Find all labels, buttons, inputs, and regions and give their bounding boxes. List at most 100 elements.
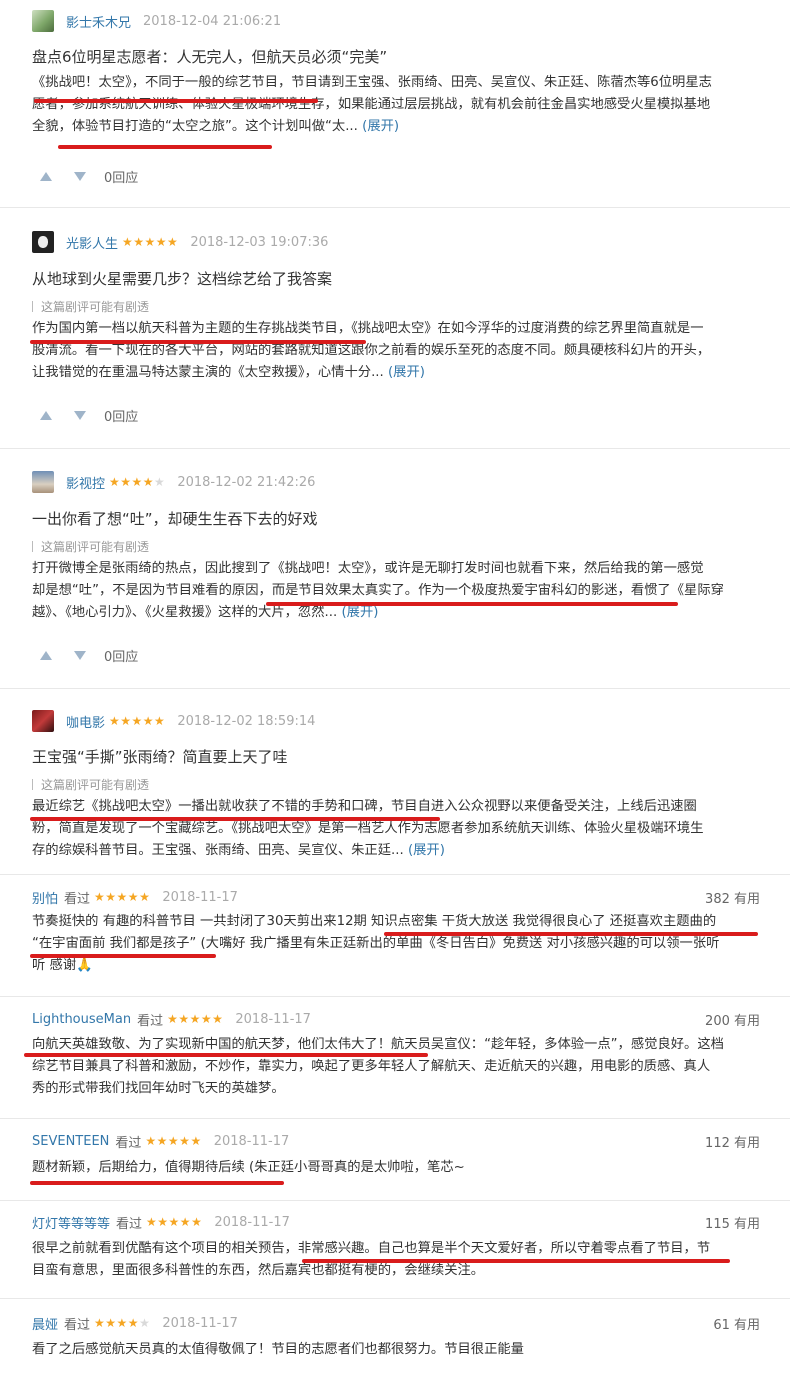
downvote-icon[interactable] (70, 405, 90, 425)
reply-count-link[interactable]: 0回应 (104, 646, 138, 665)
reply-count-link[interactable]: 0回应 (104, 167, 138, 186)
comment-body: 向航天英雄致敬、为了实现新中国的航天梦，他们太伟大了！航天员吴宣仪：“趁年轻，多… (32, 1034, 752, 1100)
useful-vote-button[interactable]: 200 有用 (705, 1010, 760, 1029)
expand-link[interactable]: (展开) (388, 365, 425, 380)
spoiler-warning: 这篇剧评可能有剧透 (32, 776, 149, 793)
comment-body: 看了之后感觉航天员真的太值得敬佩了！节目的志愿者们也都很努力。节目很正能量 (32, 1339, 752, 1361)
useful-vote-button[interactable]: 112 有用 (705, 1132, 760, 1151)
comment-time: 2018-11-17 (213, 1133, 290, 1149)
watched-label: 看过 (64, 1317, 91, 1333)
username-link[interactable]: 影士禾木兄 (66, 12, 131, 31)
expand-link[interactable]: (展开) (362, 119, 399, 134)
avatar[interactable] (32, 10, 54, 32)
review-actions: 0回应 (36, 645, 138, 665)
review-meta: 光影人生 ★★★★★ 2018-12-03 19:07:36 (32, 229, 328, 255)
review-time: 2018-12-02 18:59:14 (177, 713, 316, 729)
username-link[interactable]: 别怕 (32, 888, 58, 907)
expand-link[interactable]: (展开) (408, 843, 445, 858)
review-line: 《挑战吧！太空》，不同于一般的综艺节目，节目请到王宝强、张雨绮、田亮、吴宣仪、朱… (32, 75, 712, 90)
expand-link[interactable]: (展开) (341, 605, 378, 620)
downvote-icon[interactable] (70, 166, 90, 186)
comment-body: 节奏挺快的 有趣的科普节目 一共封闭了30天剪出来12期 知识点密集 干货大放送… (32, 911, 752, 977)
comment-time: 2018-11-17 (162, 889, 238, 905)
avatar[interactable] (32, 471, 54, 493)
username-link[interactable]: SEVENTEEN (32, 1134, 109, 1149)
divider (0, 448, 790, 449)
username-link[interactable]: LighthouseMan (32, 1012, 131, 1027)
highlight-underline (58, 145, 272, 149)
divider (0, 207, 790, 208)
review-time: 2018-12-04 21:06:21 (143, 13, 282, 29)
rating-stars: ★★★★★ (94, 890, 151, 904)
rating-stars: ★★★★★ (145, 1134, 202, 1148)
review-line: 愿者，参加系统航天训练、体验火星极端环境生存，如果能通过层层挑战，就有机会前往金… (32, 97, 711, 112)
review-body: 《挑战吧！太空》，不同于一般的综艺节目，节目请到王宝强、张雨绮、田亮、吴宣仪、朱… (32, 72, 752, 138)
downvote-icon[interactable] (70, 645, 90, 665)
upvote-icon[interactable] (36, 166, 56, 186)
comment-line: 听 感谢🙏 (32, 958, 93, 973)
highlight-underline (384, 932, 758, 936)
comment-line: 节奏挺快的 有趣的科普节目 一共封闭了30天剪出来12期 知识点密集 干货大放送… (32, 914, 717, 929)
highlight-underline (34, 99, 318, 103)
rating-stars: ★★★★★ (167, 1012, 224, 1026)
comment-time: 2018-11-17 (162, 1315, 238, 1331)
reply-count-link[interactable]: 0回应 (104, 406, 138, 425)
divider (0, 1118, 790, 1119)
review-title[interactable]: 王宝强“手撕”张雨绮？简直要上天了哇 (32, 746, 288, 767)
review-line: 粉，简直是发现了一个宝藏综艺。《挑战吧太空》是第一档艺人作为志愿者参加系统航天训… (32, 821, 704, 836)
rating-stars: ★★★★★ (122, 235, 179, 249)
review-title[interactable]: 盘点6位明星志愿者：人无完人，但航天员必须“完美” (32, 46, 387, 67)
comment-line: 秀的形式带我们找回年幼时飞天的英雄梦。 (32, 1081, 285, 1096)
review-line: 让我错觉的在重温马特达蒙主演的《太空救援》，心情十分... (展开) (32, 365, 425, 380)
username-link[interactable]: 晨娅 (32, 1314, 58, 1333)
useful-vote-button[interactable]: 382 有用 (705, 888, 760, 907)
review-line: 却是想“吐”，不是因为节目难看的原因，而是节目效果太真实了。作为一个极度热爱宇宙… (32, 583, 724, 598)
useful-vote-button[interactable]: 61 有用 (713, 1314, 760, 1333)
review-body: 作为国内第一档以航天科普为主题的生存挑战类节目，《挑战吧太空》在如今浮华的过度消… (32, 318, 752, 384)
rating-stars: ★★★★★ (109, 475, 166, 489)
comment-line: 很早之前就看到优酷有这个项目的相关预告，非常感兴趣。自己也算是半个天文爱好者，所… (32, 1241, 711, 1256)
review-line: 最近综艺《挑战吧太空》一播出就收获了不错的手势和口碑，节目自进入公众视野以来便备… (32, 799, 697, 814)
divider (0, 1200, 790, 1201)
divider (0, 688, 790, 689)
comment-line: “在宇宙面前 我们都是孩子” (大嘴好 我广播里有朱正廷新出的单曲《冬日告白》免… (32, 936, 720, 951)
useful-vote-button[interactable]: 115 有用 (705, 1213, 760, 1232)
comment-time: 2018-11-17 (235, 1011, 311, 1027)
rating-stars: ★★★★★ (146, 1215, 203, 1229)
rating-stars: ★★★★★ (94, 1316, 151, 1330)
divider (0, 996, 790, 997)
comment-line: 题材新颖，后期给力，值得期待后续 (朱正廷小哥哥真的是太帅啦，笔芯~ (32, 1160, 465, 1175)
upvote-icon[interactable] (36, 405, 56, 425)
review-line: 作为国内第一档以航天科普为主题的生存挑战类节目，《挑战吧太空》在如今浮华的过度消… (32, 321, 704, 336)
comment-meta: SEVENTEEN 看过 ★★★★★ 2018-11-17 (32, 1128, 289, 1154)
divider (0, 874, 790, 875)
divider (0, 1298, 790, 1299)
username-link[interactable]: 光影人生 (66, 233, 118, 252)
review-meta: 咖电影 ★★★★★ 2018-12-02 18:59:14 (32, 708, 315, 734)
comment-line: 综艺节目兼具了科普和激励，不炒作，靠实力，唤起了更多年轻人了解航天、走近航天的兴… (32, 1059, 711, 1074)
comment-body: 题材新颖，后期给力，值得期待后续 (朱正廷小哥哥真的是太帅啦，笔芯~ (32, 1157, 752, 1179)
username-link[interactable]: 灯灯等等等等 (32, 1213, 110, 1232)
upvote-icon[interactable] (36, 645, 56, 665)
highlight-underline (30, 1181, 284, 1185)
review-actions: 0回应 (36, 166, 138, 186)
watched-label: 看过 (115, 1135, 142, 1151)
comment-meta: 晨娅 看过 ★★★★★ 2018-11-17 (32, 1310, 238, 1336)
watched-label: 看过 (116, 1216, 143, 1232)
highlight-underline (30, 340, 366, 344)
highlight-underline (302, 1259, 730, 1263)
highlight-underline (30, 954, 216, 958)
review-title[interactable]: 从地球到火星需要几步？这档综艺给了我答案 (32, 268, 332, 289)
username-link[interactable]: 影视控 (66, 473, 105, 492)
avatar[interactable] (32, 710, 54, 732)
comment-line: 目蛮有意思，里面很多科普性的东西，然后嘉宾也都挺有梗的，会继续关注。 (32, 1263, 485, 1278)
username-link[interactable]: 咖电影 (66, 712, 105, 731)
avatar[interactable] (32, 231, 54, 253)
watched-label: 看过 (64, 891, 91, 907)
review-meta: 影视控 ★★★★★ 2018-12-02 21:42:26 (32, 469, 315, 495)
review-line: 存的综娱科普节目。王宝强、张雨绮、田亮、吴宣仪、朱正廷... (展开) (32, 843, 445, 858)
comment-meta: 灯灯等等等等 看过 ★★★★★ 2018-11-17 (32, 1209, 290, 1235)
review-time: 2018-12-03 19:07:36 (190, 234, 329, 250)
review-title[interactable]: 一出你看了想“吐”，却硬生生吞下去的好戏 (32, 508, 318, 529)
comment-time: 2018-11-17 (214, 1214, 290, 1230)
